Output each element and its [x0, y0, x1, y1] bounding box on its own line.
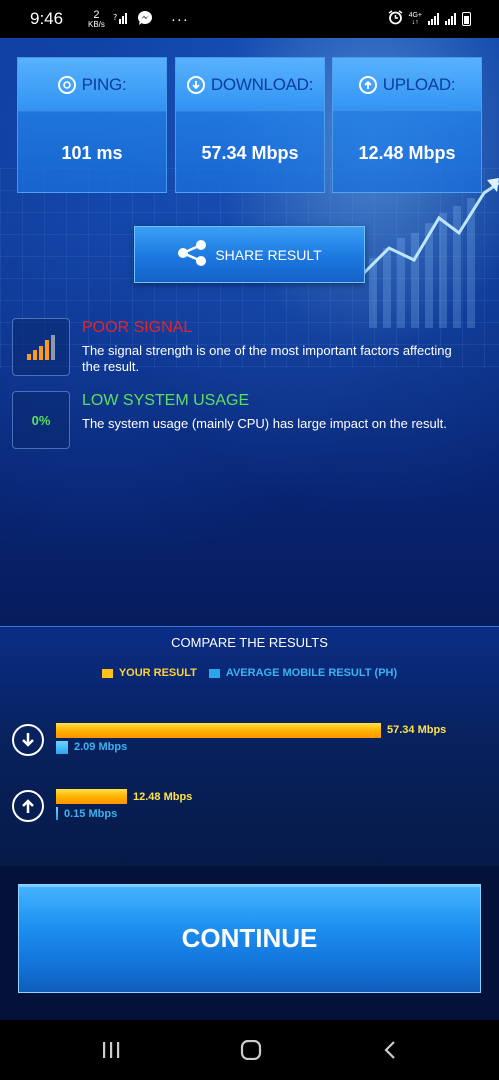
upload-label: UPLOAD: — [382, 74, 456, 94]
svg-text:?: ? — [113, 13, 117, 22]
continue-button[interactable]: CONTINUE — [18, 884, 481, 993]
status-bar: 9:46 2 KB/s ? ··· 4G+ ↓↑ — [0, 0, 499, 38]
system-usage-badge: 0% — [12, 391, 70, 449]
continue-label: CONTINUE — [181, 923, 318, 953]
upload-icon — [358, 75, 377, 94]
ping-value: 101 ms — [61, 142, 123, 163]
download-label: DOWNLOAD: — [210, 74, 314, 94]
recent-apps-icon[interactable] — [91, 1038, 131, 1062]
download-average-value: 2.09 Mbps — [74, 741, 128, 753]
battery-icon — [462, 12, 471, 26]
system-usage-percent: 0% — [31, 412, 51, 428]
alarm-icon — [388, 10, 403, 28]
compare-section: COMPARE THE RESULTS YOUR RESULT AVERAGE … — [0, 626, 499, 866]
network-type: 4G+ — [408, 12, 422, 19]
data-rate-icon: 2 KB/s — [88, 10, 105, 29]
navigation-bar — [0, 1020, 499, 1080]
upload-value: 12.48 Mbps — [358, 142, 456, 163]
download-your-bar — [56, 723, 381, 738]
download-icon — [186, 75, 205, 94]
download-value: 57.34 Mbps — [201, 142, 299, 163]
download-arrow-icon — [12, 724, 44, 756]
share-result-button[interactable]: SHARE RESULT — [134, 226, 365, 283]
back-icon[interactable] — [370, 1038, 410, 1062]
legend-your-result: YOUR RESULT — [101, 667, 197, 679]
signal-strength-icon — [12, 318, 70, 376]
share-result-label: SHARE RESULT — [215, 246, 322, 263]
legend-average-result: AVERAGE MOBILE RESULT (PH) — [208, 667, 398, 679]
ping-icon — [57, 75, 76, 94]
upload-your-value: 12.48 Mbps — [133, 791, 193, 803]
share-icon — [177, 240, 207, 269]
data-rate-unit: KB/s — [88, 20, 105, 29]
upload-average-bar — [56, 807, 58, 820]
poor-signal-description: The signal strength is one of the most i… — [82, 343, 452, 374]
more-icon: ··· — [170, 11, 189, 28]
legend-average-label: AVERAGE MOBILE RESULT (PH) — [225, 667, 398, 679]
network-4g-icon: 4G+ ↓↑ — [408, 12, 422, 26]
download-average-bar — [56, 741, 68, 754]
ping-header: PING: — [18, 58, 166, 112]
legend-average-swatch — [208, 668, 220, 678]
compare-title: COMPARE THE RESULTS — [171, 635, 328, 650]
download-your-value: 57.34 Mbps — [387, 724, 447, 736]
messenger-icon — [137, 10, 153, 29]
poor-signal-title: POOR SIGNAL — [82, 319, 193, 336]
legend-your-swatch — [101, 668, 113, 678]
low-system-usage-description: The system usage (mainly CPU) has large … — [82, 416, 447, 431]
wifi-call-icon: ? — [113, 11, 129, 28]
ping-tile: PING: 101 ms — [17, 57, 167, 193]
compare-legend: YOUR RESULT AVERAGE MOBILE RESULT (PH) — [0, 667, 499, 679]
home-icon[interactable] — [231, 1038, 271, 1062]
upload-header: UPLOAD: — [333, 58, 481, 112]
growth-graph-decoration — [359, 178, 499, 328]
signal-icon — [428, 13, 439, 25]
ping-label: PING: — [81, 74, 127, 94]
upload-tile: UPLOAD: 12.48 Mbps — [332, 57, 482, 193]
upload-arrow-icon — [12, 790, 44, 822]
upload-your-bar — [56, 789, 127, 804]
status-time: 9:46 — [30, 9, 64, 28]
legend-your-label: YOUR RESULT — [118, 667, 197, 679]
download-header: DOWNLOAD: — [176, 58, 324, 112]
download-tile: DOWNLOAD: 57.34 Mbps — [175, 57, 325, 193]
signal-icon-2 — [445, 13, 456, 25]
upload-average-value: 0.15 Mbps — [64, 808, 118, 820]
low-system-usage-title: LOW SYSTEM USAGE — [82, 392, 250, 409]
